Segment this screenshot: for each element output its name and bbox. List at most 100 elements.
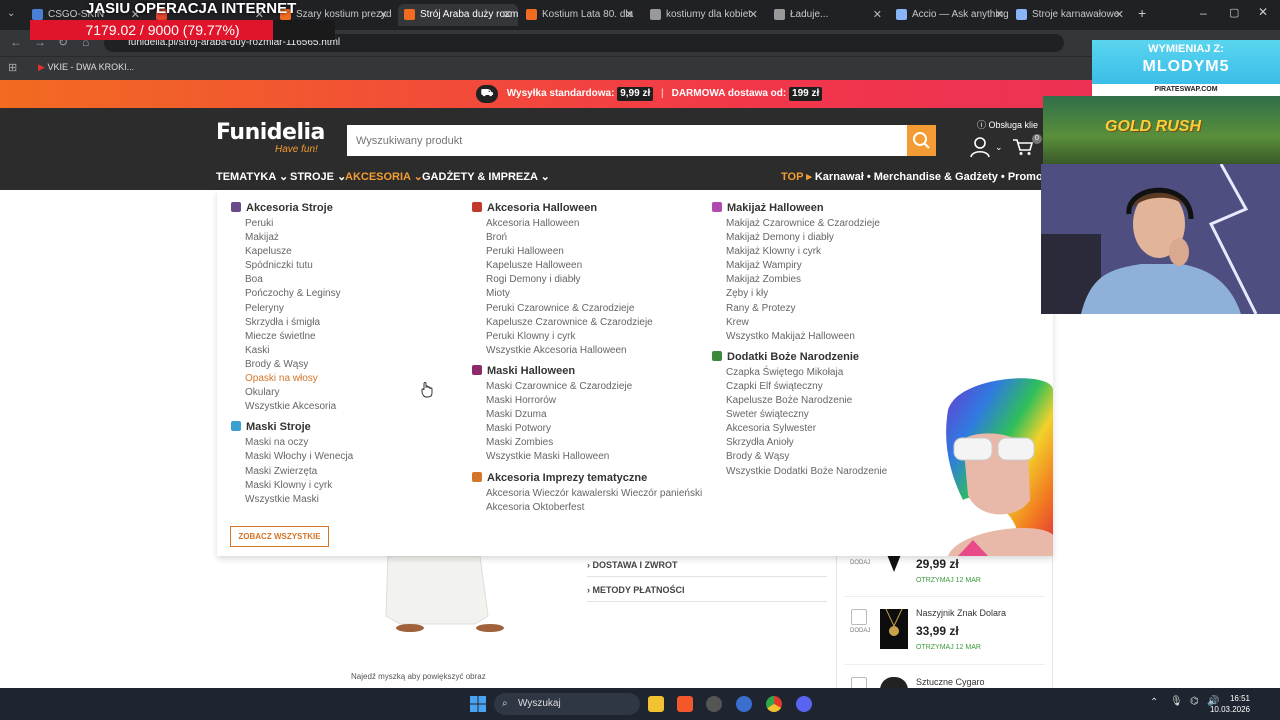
menu-link[interactable]: Makijaż Zombies — [712, 273, 942, 287]
menu-link[interactable]: Maski Klowny i cyrk — [231, 479, 461, 493]
menu-link[interactable]: Peruki Klowny i cyrk — [472, 330, 702, 344]
tab-close-icon[interactable]: ✕ — [1115, 4, 1124, 26]
menu-link[interactable]: Wszystkie Dodatki Boże Narodzenie — [712, 465, 942, 479]
menu-link[interactable]: Maski Horrorów — [472, 394, 702, 408]
see-all-button[interactable]: ZOBACZ WSZYSTKIE — [230, 526, 329, 547]
menu-link[interactable]: Kaski — [231, 344, 461, 358]
microphone-icon[interactable]: 🎙 — [1170, 696, 1183, 707]
menu-link[interactable]: Czapka Świętego Mikołaja — [712, 366, 942, 380]
chrome-icon[interactable] — [766, 696, 782, 712]
menu-link[interactable]: Kapelusze Czarownice & Czarodzieje — [472, 316, 702, 330]
system-tray-chevron-icon[interactable]: ⌃ — [1150, 697, 1158, 708]
menu-link[interactable]: Sweter świąteczny — [712, 408, 942, 422]
product-thumbnail[interactable] — [880, 608, 908, 649]
menu-link[interactable]: Peruki Czarownice & Czarodzieje — [472, 302, 702, 316]
menu-link[interactable]: Maski na oczy — [231, 436, 461, 450]
menu-link[interactable]: Brody & Wąsy — [231, 358, 461, 372]
menu-link[interactable]: Rany & Protezy — [712, 302, 942, 316]
start-button[interactable] — [470, 696, 486, 712]
browser-tab[interactable]: Accio — Ask anything ✕ — [890, 4, 1010, 26]
close-window-icon[interactable]: ✕ — [1258, 5, 1268, 19]
maximize-icon[interactable]: ▢ — [1229, 6, 1239, 19]
menu-section-title[interactable]: Maski Halloween — [472, 362, 702, 380]
app-icon[interactable] — [736, 696, 752, 712]
nav-tematyka[interactable]: TEMATYKA ⌄ — [216, 170, 288, 183]
tab-list-dropdown-icon[interactable]: ⌄ — [7, 8, 15, 19]
menu-link[interactable]: Skrzydła i śmigła — [231, 316, 461, 330]
menu-link[interactable]: Wszystkie Akcesoria Halloween — [472, 344, 702, 358]
product-name[interactable]: Sztuczne Cygaro — [916, 677, 985, 687]
menu-link[interactable]: Peleryny — [231, 302, 461, 316]
search-button[interactable] — [907, 125, 936, 156]
account-chevron-icon[interactable]: ⌄ — [995, 142, 1003, 153]
discord-icon[interactable] — [796, 696, 812, 712]
menu-link[interactable]: Mioty — [472, 287, 702, 301]
browser-tab[interactable]: kostiumy dla kobiet ✕ — [644, 4, 764, 26]
menu-link[interactable]: Rogi Demony i diabły — [472, 273, 702, 287]
bookmark-item[interactable]: ▶ VKIE - DWA KROKI... — [38, 62, 134, 73]
tab-close-icon[interactable]: ✕ — [625, 4, 634, 26]
menu-section-title[interactable]: Akcesoria Halloween — [472, 199, 702, 217]
menu-link[interactable]: Makijaż Klowny i cyrk — [712, 245, 942, 259]
steam-icon[interactable] — [706, 696, 722, 712]
menu-link[interactable]: Peruki Halloween — [472, 245, 702, 259]
menu-section-title[interactable]: Dodatki Boże Narodzenie — [712, 348, 942, 366]
menu-link[interactable]: Makijaż Demony i diabły — [712, 231, 942, 245]
menu-link[interactable]: Akcesoria Halloween — [472, 217, 702, 231]
browser-tab[interactable]: Strój Araba duży rozm ✕ — [398, 4, 518, 26]
menu-link[interactable]: Krew — [712, 316, 942, 330]
add-checkbox[interactable] — [851, 609, 867, 625]
apps-grid-icon[interactable]: ⊞ — [8, 61, 17, 74]
top-link-merchandise[interactable]: • Merchandise & Gadżety — [867, 171, 998, 183]
menu-link[interactable]: Skrzydła Anioły — [712, 436, 942, 450]
minimize-icon[interactable]: – — [1200, 6, 1207, 20]
menu-link[interactable]: Maski Czarownice & Czarodzieje — [472, 380, 702, 394]
menu-link[interactable]: Zęby i kły — [712, 287, 942, 301]
nav-akcesoria[interactable]: AKCESORIA ⌄ — [345, 170, 423, 183]
menu-link[interactable]: Maski Dzuma — [472, 408, 702, 422]
menu-link[interactable]: Boa — [231, 273, 461, 287]
menu-link[interactable]: Peruki — [231, 217, 461, 231]
tab-close-icon[interactable]: ✕ — [379, 4, 388, 26]
cart-icon[interactable] — [1012, 138, 1034, 156]
menu-link[interactable]: Makijaż Czarownice & Czarodzieje — [712, 217, 942, 231]
menu-section-title[interactable]: Akcesoria Stroje — [231, 199, 461, 217]
delivery-returns-link[interactable]: › DOSTAWA I ZWROT — [587, 560, 678, 570]
brave-browser-icon[interactable] — [677, 696, 693, 712]
menu-link[interactable]: Maski Zombies — [472, 436, 702, 450]
menu-link[interactable]: Miecze świetlne — [231, 330, 461, 344]
product-name[interactable]: Naszyjnik Znak Dolara — [916, 608, 1006, 618]
menu-section-title[interactable]: Makijaż Halloween — [712, 199, 942, 217]
top-link-karnawal[interactable]: Karnawał — [815, 171, 864, 183]
menu-link[interactable]: Akcesoria Sylwester — [712, 422, 942, 436]
nav-stroje[interactable]: STROJE ⌄ — [290, 170, 346, 183]
menu-link[interactable]: Pończochy & Leginsy — [231, 287, 461, 301]
tab-close-icon[interactable]: ✕ — [749, 4, 758, 26]
tab-close-icon[interactable]: ✕ — [503, 4, 512, 26]
menu-link[interactable]: Wszystkie Maski Halloween — [472, 450, 702, 464]
browser-tab[interactable]: Kostium Lata 80. dla ✕ — [520, 4, 640, 26]
search-input[interactable] — [347, 125, 907, 156]
menu-link[interactable]: Makijaż — [231, 231, 461, 245]
menu-section-title[interactable]: Maski Stroje — [231, 418, 461, 436]
menu-section-title[interactable]: Akcesoria Imprezy tematyczne — [472, 469, 702, 487]
menu-link[interactable]: Maski Potwory — [472, 422, 702, 436]
new-tab-button[interactable]: + — [1138, 5, 1146, 21]
menu-link[interactable]: Akcesoria Oktoberfest — [472, 501, 702, 515]
menu-link[interactable]: Makijaż Wampiry — [712, 259, 942, 273]
menu-link[interactable]: Wszystkie Maski — [231, 493, 461, 507]
back-icon[interactable]: ← — [10, 35, 22, 49]
menu-link[interactable]: Wszystko Makijaż Halloween — [712, 330, 942, 344]
tab-close-icon[interactable]: ✕ — [995, 4, 1004, 26]
menu-link[interactable]: Akcesoria Wieczór kawalerski Wieczór pan… — [472, 487, 702, 501]
menu-link[interactable]: Maski Zwierzęta — [231, 465, 461, 479]
menu-link[interactable]: Maski Włochy i Wenecja — [231, 450, 461, 464]
network-icon[interactable]: ⌬ — [1190, 696, 1199, 707]
support-link[interactable]: ⓘ Obsługa klie — [977, 118, 1038, 131]
menu-link[interactable]: Kapelusze — [231, 245, 461, 259]
nav-gadzety-impreza[interactable]: GADŻETY & IMPREZA ⌄ — [422, 170, 550, 183]
menu-link[interactable]: Spódniczki tutu — [231, 259, 461, 273]
taskbar-clock[interactable]: 16:51 10.03.2026 — [1210, 693, 1250, 715]
menu-link[interactable]: Wszystkie Akcesoria — [231, 400, 461, 414]
menu-link[interactable]: Kapelusze Halloween — [472, 259, 702, 273]
